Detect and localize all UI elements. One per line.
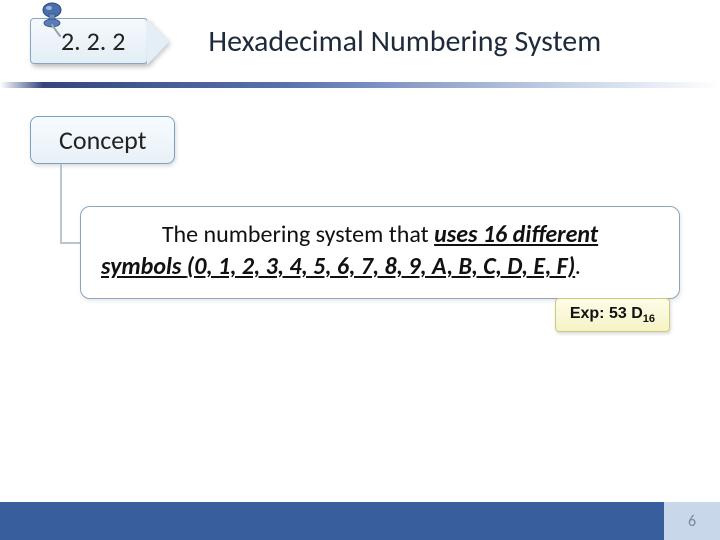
concept-label-box: Concept bbox=[30, 116, 175, 164]
header: 2. 2. 2 Hexadecimal Numbering System bbox=[30, 18, 680, 64]
example-badge: Exp: 53 D16 bbox=[555, 298, 670, 332]
definition-period: . bbox=[575, 252, 581, 281]
concept-label: Concept bbox=[59, 124, 146, 156]
header-divider bbox=[0, 82, 720, 88]
example-subscript: 16 bbox=[643, 313, 655, 325]
connector-horizontal bbox=[60, 242, 80, 244]
pushpin-icon bbox=[38, 0, 72, 43]
definition-line-2: symbols (0, 1, 2, 3, 4, 5, 6, 7, 8, 9, A… bbox=[101, 251, 659, 283]
connector-vertical bbox=[60, 164, 62, 242]
example-prefix: Exp: bbox=[570, 305, 609, 322]
footer: 6 bbox=[0, 502, 720, 540]
definition-bold-1: uses 16 different bbox=[434, 220, 598, 249]
footer-accent-bar bbox=[0, 502, 664, 540]
page-title: Hexadecimal Numbering System bbox=[208, 23, 601, 60]
definition-line-1: The numbering system that uses 16 differ… bbox=[101, 219, 659, 251]
definition-symbols: (0, 1, 2, 3, 4, 5, 6, 7, 8, 9, A, B, C, … bbox=[187, 252, 575, 281]
page-number: 6 bbox=[664, 502, 720, 540]
definition-box: The numbering system that uses 16 differ… bbox=[80, 206, 680, 299]
definition-bold-2: symbols bbox=[101, 252, 187, 281]
definition-lead: The numbering system that bbox=[162, 220, 434, 249]
example-value: 53 D bbox=[609, 305, 643, 322]
